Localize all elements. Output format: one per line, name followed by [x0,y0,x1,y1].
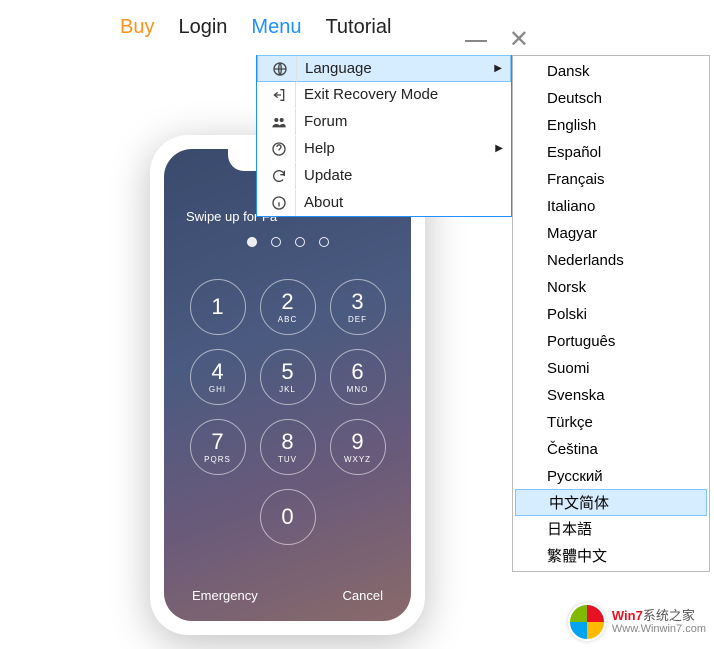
language-option[interactable]: Türkçe [513,409,709,436]
menu-item-forum[interactable]: Forum [257,108,511,135]
language-submenu: DanskDeutschEnglishEspañolFrançaisItalia… [512,55,710,572]
language-option[interactable]: Svenska [513,382,709,409]
language-option[interactable]: Čeština [513,436,709,463]
menu-item-language[interactable]: Language▶ [257,55,511,82]
language-option[interactable]: Português [513,328,709,355]
submenu-arrow-icon: ▶ [494,63,502,74]
watermark: Win7系统之家 Www.Winwin7.com [568,603,706,641]
nav-login[interactable]: Login [178,16,227,39]
passcode-dots [247,237,329,247]
nav-tutorial[interactable]: Tutorial [325,16,391,39]
language-option[interactable]: Deutsch [513,85,709,112]
menu-item-label: Help [304,140,495,157]
menu-item-exit-recovery-mode[interactable]: Exit Recovery Mode [257,81,511,108]
keypad-5[interactable]: 5JKL [260,349,316,405]
cancel-button[interactable]: Cancel [343,588,383,603]
keypad-3[interactable]: 3DEF [330,279,386,335]
keypad-0[interactable]: 0 [260,489,316,545]
language-option[interactable]: Polski [513,301,709,328]
keypad-7[interactable]: 7PQRS [190,419,246,475]
menu-dropdown: Language▶Exit Recovery ModeForumHelp▶Upd… [256,55,512,217]
language-option[interactable]: Русский [513,463,709,490]
menu-item-label: Language [305,60,494,77]
language-option[interactable]: English [513,112,709,139]
people-icon [267,114,291,130]
emergency-button[interactable]: Emergency [192,588,258,603]
help-icon [267,141,291,157]
language-option[interactable]: Nederlands [513,247,709,274]
phone-screen: Swipe up for Fa 12ABC3DEF4GHI5JKL6MNO7PQ… [164,149,411,621]
menu-item-label: Exit Recovery Mode [304,86,503,103]
language-option[interactable]: Magyar [513,220,709,247]
info-icon [267,195,291,211]
keypad-1[interactable]: 1 [190,279,246,335]
language-option[interactable]: 繁體中文 [513,542,709,569]
menu-item-about[interactable]: About [257,189,511,216]
language-option[interactable]: Español [513,139,709,166]
language-option[interactable]: Norsk [513,274,709,301]
menu-item-update[interactable]: Update [257,162,511,189]
language-option[interactable]: Italiano [513,193,709,220]
keypad-8[interactable]: 8TUV [260,419,316,475]
language-option[interactable]: Suomi [513,355,709,382]
nav-buy[interactable]: Buy [120,16,154,39]
language-option[interactable]: 中文简体 [515,489,707,516]
language-option[interactable]: Français [513,166,709,193]
language-option[interactable]: Dansk [513,58,709,85]
globe-icon [268,61,292,77]
keypad-2[interactable]: 2ABC [260,279,316,335]
minimize-button[interactable] [465,40,487,42]
refresh-icon [267,168,291,184]
keypad-9[interactable]: 9WXYZ [330,419,386,475]
menu-item-label: Update [304,167,503,184]
keypad-6[interactable]: 6MNO [330,349,386,405]
keypad-4[interactable]: 4GHI [190,349,246,405]
keypad: 12ABC3DEF 4GHI5JKL6MNO 7PQRS8TUV9WXYZ0 [190,279,386,545]
watermark-logo-icon [568,603,606,641]
menu-item-label: About [304,194,503,211]
language-option[interactable]: 日本語 [513,515,709,542]
exit-icon [267,87,291,103]
nav-menu[interactable]: Menu [251,16,301,39]
submenu-arrow-icon: ▶ [495,143,503,154]
close-button[interactable]: ✕ [509,30,529,50]
menu-item-help[interactable]: Help▶ [257,135,511,162]
menu-item-label: Forum [304,113,503,130]
